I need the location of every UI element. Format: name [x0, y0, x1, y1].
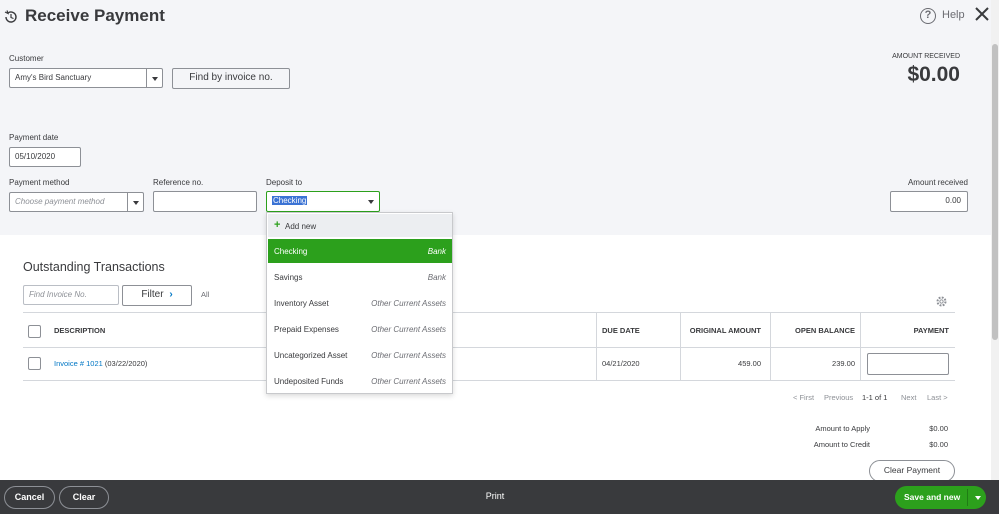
help-link[interactable]: Help	[942, 9, 965, 21]
chevron-down-icon[interactable]	[127, 193, 143, 211]
amount-to-apply-label: Amount to Apply	[815, 424, 870, 433]
dropdown-item-checking[interactable]: Checking Bank	[268, 239, 452, 263]
reference-input[interactable]	[153, 191, 257, 212]
chevron-down-icon[interactable]	[363, 192, 379, 211]
save-and-new-button[interactable]: Save and new	[895, 486, 986, 509]
col-divider	[680, 312, 681, 380]
col-due-date[interactable]: DUE DATE	[602, 326, 640, 335]
row-checkbox[interactable]	[28, 357, 41, 370]
amount-received-field-label: Amount received	[907, 178, 968, 187]
add-new-label: Add new	[285, 222, 317, 231]
filter-label: Filter	[141, 289, 164, 300]
close-icon[interactable]	[972, 4, 992, 24]
col-payment[interactable]: PAYMENT	[860, 326, 949, 335]
save-and-new-label: Save and new	[904, 492, 961, 502]
amount-received-label: AMOUNT RECEIVED	[892, 53, 960, 60]
dropdown-add-new[interactable]: + Add new	[268, 214, 452, 237]
amount-to-credit-value: $0.00	[929, 440, 948, 449]
dropdown-item-name: Checking	[274, 247, 308, 256]
pager-last[interactable]: Last >	[927, 393, 948, 402]
plus-icon: +	[274, 219, 281, 231]
deposit-to-dropdown: + Add new Checking Bank Savings Bank Inv…	[266, 212, 453, 394]
dropdown-item-savings[interactable]: Savings Bank	[268, 265, 452, 289]
dropdown-item-undeposited-funds[interactable]: Undeposited Funds Other Current Assets	[268, 369, 452, 393]
amount-received-total: $0.00	[907, 63, 960, 86]
select-all-checkbox[interactable]	[28, 325, 41, 338]
gear-icon[interactable]	[935, 295, 948, 308]
amount-received-input[interactable]: 0.00	[890, 191, 968, 212]
dropdown-item-name: Inventory Asset	[274, 299, 329, 308]
clear-button[interactable]: Clear	[59, 486, 109, 509]
dropdown-item-type: Other Current Assets	[371, 299, 446, 308]
chevron-right-icon: ›	[169, 289, 173, 300]
outstanding-title: Outstanding Transactions	[23, 260, 165, 274]
payment-date-input[interactable]: 05/10/2020	[9, 147, 81, 167]
row-description: Invoice # 1021 (03/22/2020)	[54, 359, 147, 368]
customer-label: Customer	[9, 54, 44, 63]
col-divider	[860, 312, 861, 380]
deposit-to-select[interactable]: Checking	[266, 191, 380, 212]
recent-history-icon[interactable]	[3, 9, 19, 25]
find-by-invoice-button[interactable]: Find by invoice no.	[172, 68, 290, 89]
amount-to-apply-value: $0.00	[929, 424, 948, 433]
row-payment-input[interactable]	[867, 353, 949, 375]
col-original-amount[interactable]: ORIGINAL AMOUNT	[680, 326, 761, 335]
col-open-balance[interactable]: OPEN BALANCE	[770, 326, 855, 335]
scrollbar-track[interactable]	[991, 0, 999, 480]
chevron-down-icon[interactable]	[975, 496, 981, 500]
deposit-to-label: Deposit to	[266, 178, 303, 187]
chevron-down-icon[interactable]	[146, 69, 162, 87]
dropdown-item-name: Prepaid Expenses	[274, 325, 339, 334]
payment-method-select[interactable]: Choose payment method	[9, 192, 144, 212]
customer-select[interactable]: Amy's Bird Sanctuary	[9, 68, 163, 88]
header-panel	[0, 0, 991, 235]
page-title: Receive Payment	[25, 6, 165, 25]
col-divider	[770, 312, 771, 380]
dropdown-item-prepaid-expenses[interactable]: Prepaid Expenses Other Current Assets	[268, 317, 452, 341]
dropdown-item-name: Undeposited Funds	[274, 377, 344, 386]
find-invoice-input[interactable]: Find Invoice No.	[23, 285, 119, 305]
dropdown-item-name: Savings	[274, 273, 303, 282]
dropdown-item-type: Other Current Assets	[371, 377, 446, 386]
dropdown-item-inventory-asset[interactable]: Inventory Asset Other Current Assets	[268, 291, 452, 315]
dropdown-item-uncategorized-asset[interactable]: Uncategorized Asset Other Current Assets	[268, 343, 452, 367]
invoice-date: (03/22/2020)	[104, 359, 148, 368]
amount-to-credit-label: Amount to Credit	[813, 440, 870, 449]
dropdown-item-type: Other Current Assets	[371, 351, 446, 360]
pager-first[interactable]: < First	[793, 393, 814, 402]
col-description[interactable]: DESCRIPTION	[54, 326, 105, 335]
scrollbar-thumb[interactable]	[992, 44, 998, 340]
help-icon[interactable]: ?	[920, 8, 936, 24]
deposit-to-value[interactable]: Checking	[272, 196, 308, 205]
filter-button[interactable]: Filter ›	[122, 285, 192, 306]
print-button[interactable]: Print	[475, 491, 515, 501]
split-divider	[967, 489, 968, 506]
filter-all-label: All	[201, 290, 210, 299]
table-bottom-border	[23, 380, 955, 381]
invoice-link[interactable]: Invoice # 1021	[54, 359, 103, 368]
pager-previous[interactable]: Previous	[824, 393, 853, 402]
reference-label: Reference no.	[153, 178, 204, 187]
row-open-balance: 239.00	[832, 359, 855, 368]
pager-range: 1-1 of 1	[862, 393, 888, 402]
clear-payment-button[interactable]: Clear Payment	[869, 460, 955, 482]
cancel-button[interactable]: Cancel	[4, 486, 55, 509]
table-top-border	[23, 312, 955, 313]
payment-method-label: Payment method	[9, 178, 70, 187]
payment-date-label: Payment date	[9, 133, 59, 142]
dropdown-item-type: Bank	[427, 247, 446, 256]
dropdown-item-type: Bank	[427, 273, 446, 282]
payment-method-placeholder: Choose payment method	[15, 197, 105, 206]
row-due-date: 04/21/2020	[602, 359, 640, 368]
table-header-border	[23, 347, 955, 348]
col-divider	[596, 312, 597, 380]
dropdown-item-name: Uncategorized Asset	[274, 351, 348, 360]
pager-next[interactable]: Next	[901, 393, 916, 402]
dropdown-item-type: Other Current Assets	[371, 325, 446, 334]
row-original-amount: 459.00	[738, 359, 761, 368]
customer-value: Amy's Bird Sanctuary	[15, 73, 92, 82]
